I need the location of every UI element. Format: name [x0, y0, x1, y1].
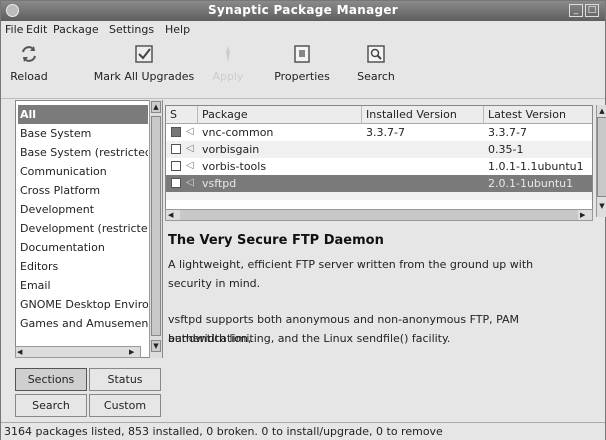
column-status[interactable]: S	[166, 106, 198, 124]
description-title: The Very Secure FTP Daemon	[168, 233, 384, 248]
column-latest-version[interactable]: Latest Version	[484, 106, 592, 124]
table-horizontal-scrollbar[interactable]: ◀ ▶	[165, 209, 593, 221]
scroll-thumb[interactable]	[151, 116, 161, 336]
section-base-system-restricted[interactable]: Base System (restricted)	[18, 143, 148, 162]
properties-button[interactable]: Properties	[271, 43, 333, 95]
status-filter-button[interactable]: Status	[89, 368, 161, 391]
package-icon: ◁	[186, 177, 194, 188]
package-table[interactable]: S Package Installed Version Latest Versi…	[165, 105, 593, 217]
minimize-icon[interactable]: _	[569, 4, 583, 17]
menu-help[interactable]: Help	[165, 23, 190, 36]
latest-version: 3.3.7-7	[488, 126, 527, 139]
section-development[interactable]: Development	[18, 200, 148, 219]
section-documentation[interactable]: Documentation	[18, 238, 148, 257]
custom-filter-button[interactable]: Custom	[89, 394, 161, 417]
table-row[interactable]: ◁ vnc-common 3.3.7-7 3.3.7-7	[166, 124, 592, 141]
search-label: Search	[357, 70, 395, 83]
properties-label: Properties	[274, 70, 330, 83]
apply-icon	[226, 46, 230, 62]
latest-version: 1.0.1-1.1ubuntu1	[488, 160, 584, 173]
maximize-icon[interactable]: □	[585, 4, 599, 17]
section-development-restricted[interactable]: Development (restricted)	[18, 219, 148, 238]
sections-filter-button[interactable]: Sections	[15, 368, 87, 391]
install-checkbox[interactable]	[171, 127, 181, 137]
scroll-thumb[interactable]	[180, 210, 578, 220]
scroll-left-icon[interactable]: ◀	[168, 211, 178, 219]
table-vertical-scrollbar[interactable]: ▲ ▼	[596, 105, 606, 217]
description-line: security in mind.	[168, 277, 261, 290]
sections-list[interactable]: All Base System Base System (restricted)…	[15, 100, 163, 358]
package-name: vorbisgain	[202, 143, 260, 156]
latest-version: 0.35-1	[488, 143, 524, 156]
toolbar: Reload Mark All Upgrades Apply Propertie…	[1, 39, 605, 99]
reload-button[interactable]: Reload	[7, 43, 51, 95]
table-row-selected[interactable]: ◁ vsftpd 2.0.1-1ubuntu1	[166, 175, 592, 192]
install-checkbox[interactable]	[171, 144, 181, 154]
latest-version: 2.0.1-1ubuntu1	[488, 177, 574, 190]
package-name: vorbis-tools	[202, 160, 267, 173]
menu-edit[interactable]: Edit	[26, 23, 47, 36]
scroll-down-icon[interactable]: ▼	[151, 340, 161, 352]
mark-all-upgrades-button[interactable]: Mark All Upgrades	[89, 43, 199, 95]
package-icon: ◁	[186, 126, 194, 137]
sections-horizontal-scrollbar[interactable]: ◀ ▶	[15, 346, 141, 358]
package-description: The Very Secure FTP Daemon A lightweight…	[165, 227, 605, 417]
search-icon	[367, 45, 385, 63]
column-installed-version[interactable]: Installed Version	[362, 106, 484, 124]
description-line: A lightweight, efficient FTP server writ…	[168, 258, 534, 271]
scroll-up-icon[interactable]: ▲	[151, 101, 161, 113]
table-row[interactable]: ◁ vorbis-tools 1.0.1-1.1ubuntu1	[166, 158, 592, 175]
section-email[interactable]: Email	[18, 276, 148, 295]
scroll-up-icon[interactable]: ▲	[597, 106, 606, 116]
install-checkbox[interactable]	[171, 161, 181, 171]
package-name: vsftpd	[202, 177, 237, 190]
scroll-down-icon[interactable]: ▼	[597, 201, 606, 211]
scroll-left-icon[interactable]: ◀	[17, 348, 27, 356]
table-row-partial[interactable]	[166, 192, 592, 200]
description-line: bandwidth limiting, and the Linux sendfi…	[168, 332, 451, 345]
section-games[interactable]: Games and Amusements	[18, 314, 148, 333]
title-bar[interactable]: Synaptic Package Manager _ □	[1, 1, 605, 21]
status-bar: 3164 packages listed, 853 installed, 0 b…	[1, 422, 605, 440]
menu-bar: File Edit Package Settings Help	[1, 21, 605, 39]
package-name: vnc-common	[202, 126, 274, 139]
table-row[interactable]: ◁ vorbisgain 0.35-1	[166, 141, 592, 158]
menu-package[interactable]: Package	[53, 23, 99, 36]
menu-file[interactable]: File	[5, 23, 23, 36]
installed-version: 3.3.7-7	[366, 126, 405, 139]
scroll-right-icon[interactable]: ▶	[129, 348, 139, 356]
synaptic-window: Synaptic Package Manager _ □ File Edit P…	[0, 0, 606, 440]
apply-label: Apply	[212, 70, 244, 83]
sections-vertical-scrollbar[interactable]: ▲ ▼	[149, 100, 162, 358]
menu-settings[interactable]: Settings	[109, 23, 154, 36]
search-button[interactable]: Search	[353, 43, 399, 95]
section-base-system[interactable]: Base System	[18, 124, 148, 143]
reload-label: Reload	[10, 70, 48, 83]
install-checkbox[interactable]	[171, 178, 181, 188]
package-icon: ◁	[186, 160, 194, 171]
scroll-right-icon[interactable]: ▶	[580, 211, 590, 219]
section-cross-platform[interactable]: Cross Platform	[18, 181, 148, 200]
section-editors[interactable]: Editors	[18, 257, 148, 276]
apply-button[interactable]: Apply	[211, 43, 245, 95]
section-gnome-desktop[interactable]: GNOME Desktop Environment	[18, 295, 148, 314]
search-filter-button[interactable]: Search	[15, 394, 87, 417]
mark-all-upgrades-label: Mark All Upgrades	[93, 70, 195, 83]
section-all[interactable]: All	[18, 105, 148, 124]
package-icon: ◁	[186, 143, 194, 154]
mark-upgrades-icon	[135, 45, 153, 63]
column-package[interactable]: Package	[198, 106, 362, 124]
window-title: Synaptic Package Manager	[207, 3, 399, 17]
scroll-thumb[interactable]	[597, 117, 606, 197]
section-communication[interactable]: Communication	[18, 162, 148, 181]
reload-icon	[22, 46, 36, 62]
properties-icon	[294, 45, 310, 63]
